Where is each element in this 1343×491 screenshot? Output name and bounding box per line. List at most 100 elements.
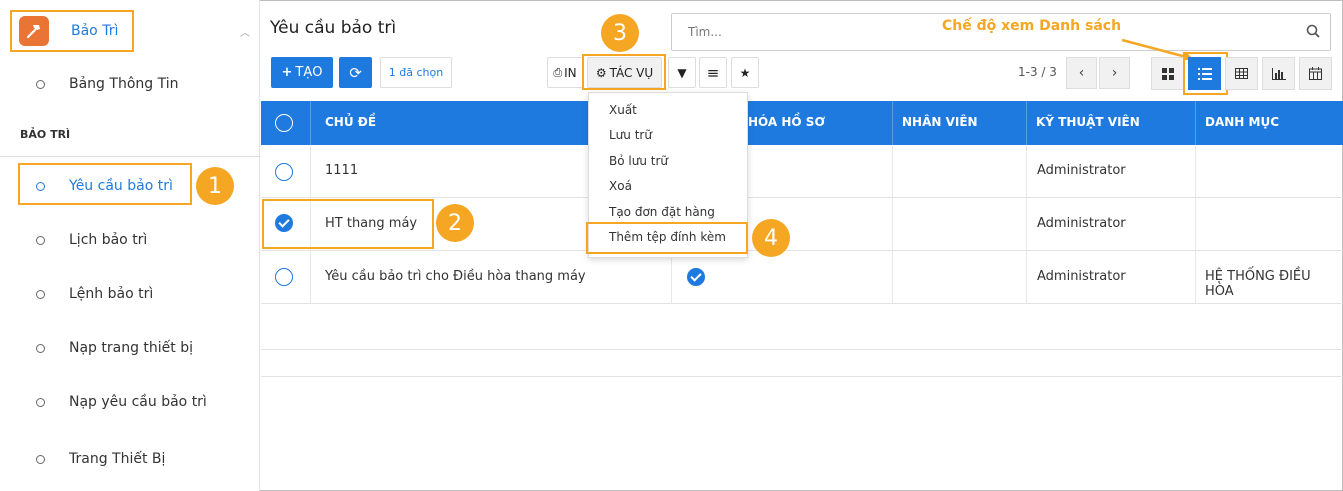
chevron-right-icon: › (1111, 65, 1118, 81)
calendar-icon (1309, 67, 1322, 80)
sidebar-item-import-equipment[interactable]: Nạp trang thiết bị (36, 340, 193, 356)
column-header-archive[interactable]: HÓA HỒ SƠ (748, 115, 825, 129)
column-header-employee[interactable]: NHÂN VIÊN (902, 115, 978, 129)
cell-technician: Administrator (1037, 163, 1126, 178)
print-icon: ⎙ (553, 65, 563, 79)
sidebar-item-maintenance-order[interactable]: Lệnh bảo trì (36, 286, 153, 302)
graph-view-button[interactable] (1262, 57, 1295, 90)
sidebar-item-label: Lệnh bảo trì (69, 286, 154, 302)
bar-chart-icon (1271, 67, 1286, 80)
menu-item-unarchive[interactable]: Bỏ lưu trữ (609, 154, 668, 168)
divider (261, 349, 1343, 350)
circle-icon (36, 454, 45, 464)
refresh-icon: ⟳ (349, 63, 362, 82)
sidebar-item-label: Nạp yêu cầu bảo trì (69, 394, 207, 410)
circle-icon (36, 235, 45, 245)
column-divider (1026, 101, 1027, 145)
column-divider (1195, 101, 1196, 145)
column-header-subject[interactable]: CHỦ ĐỀ (325, 115, 376, 129)
sidebar-item-label: Bảng Thông Tin (69, 76, 179, 92)
selected-count-button[interactable]: 1 đã chọn (380, 57, 452, 88)
chevron-up-icon[interactable]: ︿ (240, 24, 250, 39)
cell-category: HỆ THỐNG ĐIỀU HÒA (1205, 269, 1311, 299)
refresh-button[interactable]: ⟳ (339, 57, 372, 88)
create-label: TẠO (295, 65, 323, 80)
cell-subject: Yêu cầu bảo trì cho Điều hòa thang máy (325, 269, 586, 284)
table-view-button[interactable] (1225, 57, 1258, 90)
column-divider (1026, 198, 1027, 251)
circle-icon (36, 397, 45, 407)
menu-item-export[interactable]: Xuất (609, 103, 637, 117)
divider (261, 376, 1343, 377)
page-title: Yêu cầu bảo trì (270, 18, 397, 38)
search-icon[interactable] (1306, 24, 1320, 38)
cell-subject: 1111 (325, 163, 359, 178)
callout-1: 1 (196, 167, 234, 205)
callout-4: 4 (752, 219, 790, 257)
column-divider (892, 145, 893, 198)
kanban-icon (1161, 67, 1174, 80)
column-divider (310, 101, 311, 145)
column-header-technician[interactable]: KỸ THUẬT VIÊN (1036, 115, 1140, 129)
column-header-category[interactable]: DANH MỤC (1205, 115, 1279, 129)
callout-3: 3 (601, 14, 639, 52)
filter-button[interactable]: ▼ (668, 57, 696, 88)
create-button[interactable]: + TẠO (271, 57, 333, 88)
circle-icon (36, 289, 45, 299)
search-placeholder: Tìm... (688, 25, 722, 39)
table-row[interactable]: 1111 Administrator (261, 145, 1343, 198)
highlight-box-view (1183, 52, 1228, 95)
column-divider (1195, 198, 1196, 251)
sidebar-item-label: Lịch bảo trì (69, 232, 148, 248)
menu-item-archive[interactable]: Lưu trữ (609, 128, 652, 142)
next-page-button[interactable]: › (1099, 57, 1130, 89)
calendar-view-button[interactable] (1299, 57, 1332, 90)
highlight-box-3 (582, 54, 666, 90)
cell-technician: Administrator (1037, 216, 1126, 231)
sidebar-item-label: Trang Thiết Bị (69, 451, 166, 467)
column-divider (892, 251, 893, 304)
print-label: IN (564, 65, 577, 80)
sidebar-section-label: BẢO TRÌ (20, 128, 71, 141)
menu-item-create-purchase-order[interactable]: Tạo đơn đặt hàng (609, 205, 715, 219)
divider (0, 156, 260, 157)
filter-icon: ▼ (677, 65, 687, 80)
chevron-left-icon: ‹ (1078, 65, 1085, 81)
kanban-view-button[interactable] (1151, 57, 1184, 90)
menu-icon: ≡ (706, 63, 720, 82)
circle-icon (36, 79, 45, 89)
row-checkbox[interactable] (275, 163, 293, 181)
sidebar-item-dashboard[interactable]: Bảng Thông Tin (36, 76, 178, 92)
group-by-button[interactable]: ≡ (699, 57, 727, 88)
select-all-checkbox[interactable] (275, 114, 293, 132)
view-mode-annotation: Chế độ xem Danh sách (942, 18, 1122, 34)
print-button[interactable]: ⎙ IN (547, 57, 583, 88)
plus-icon: + (281, 65, 293, 80)
table-icon (1235, 68, 1248, 79)
column-divider (310, 145, 311, 198)
column-divider (892, 101, 893, 145)
sidebar-item-maintenance-schedule[interactable]: Lịch bảo trì (36, 232, 147, 248)
star-icon: ★ (739, 65, 751, 80)
row-checkbox[interactable] (275, 268, 293, 286)
highlight-box-4 (586, 222, 748, 254)
column-divider (310, 251, 311, 304)
previous-page-button[interactable]: ‹ (1066, 57, 1097, 89)
app-header[interactable]: Bảo Trì (10, 10, 134, 52)
column-divider (1195, 251, 1196, 304)
column-divider (1026, 251, 1027, 304)
menu-item-delete[interactable]: Xoá (609, 179, 632, 193)
sidebar: Bảo Trì ︿ Bảng Thông Tin BẢO TRÌ Yêu cầu… (0, 0, 260, 491)
table-header: CHỦ ĐỀ HÓA HỒ SƠ NHÂN VIÊN KỸ THUẬT VIÊN… (261, 101, 1343, 145)
pager-value[interactable]: 1-3 / 3 (1018, 65, 1057, 79)
sidebar-item-import-requests[interactable]: Nạp yêu cầu bảo trì (36, 394, 207, 410)
archived-checkbox[interactable] (687, 268, 705, 286)
column-divider (1195, 145, 1196, 198)
sidebar-item-equipment[interactable]: Trang Thiết Bị (36, 451, 165, 467)
column-divider (671, 251, 672, 304)
circle-icon (36, 343, 45, 353)
cell-technician: Administrator (1037, 269, 1126, 284)
table-row[interactable]: Yêu cầu bảo trì cho Điều hòa thang máy A… (261, 251, 1343, 304)
favorites-button[interactable]: ★ (731, 57, 759, 88)
callout-2: 2 (436, 204, 474, 242)
